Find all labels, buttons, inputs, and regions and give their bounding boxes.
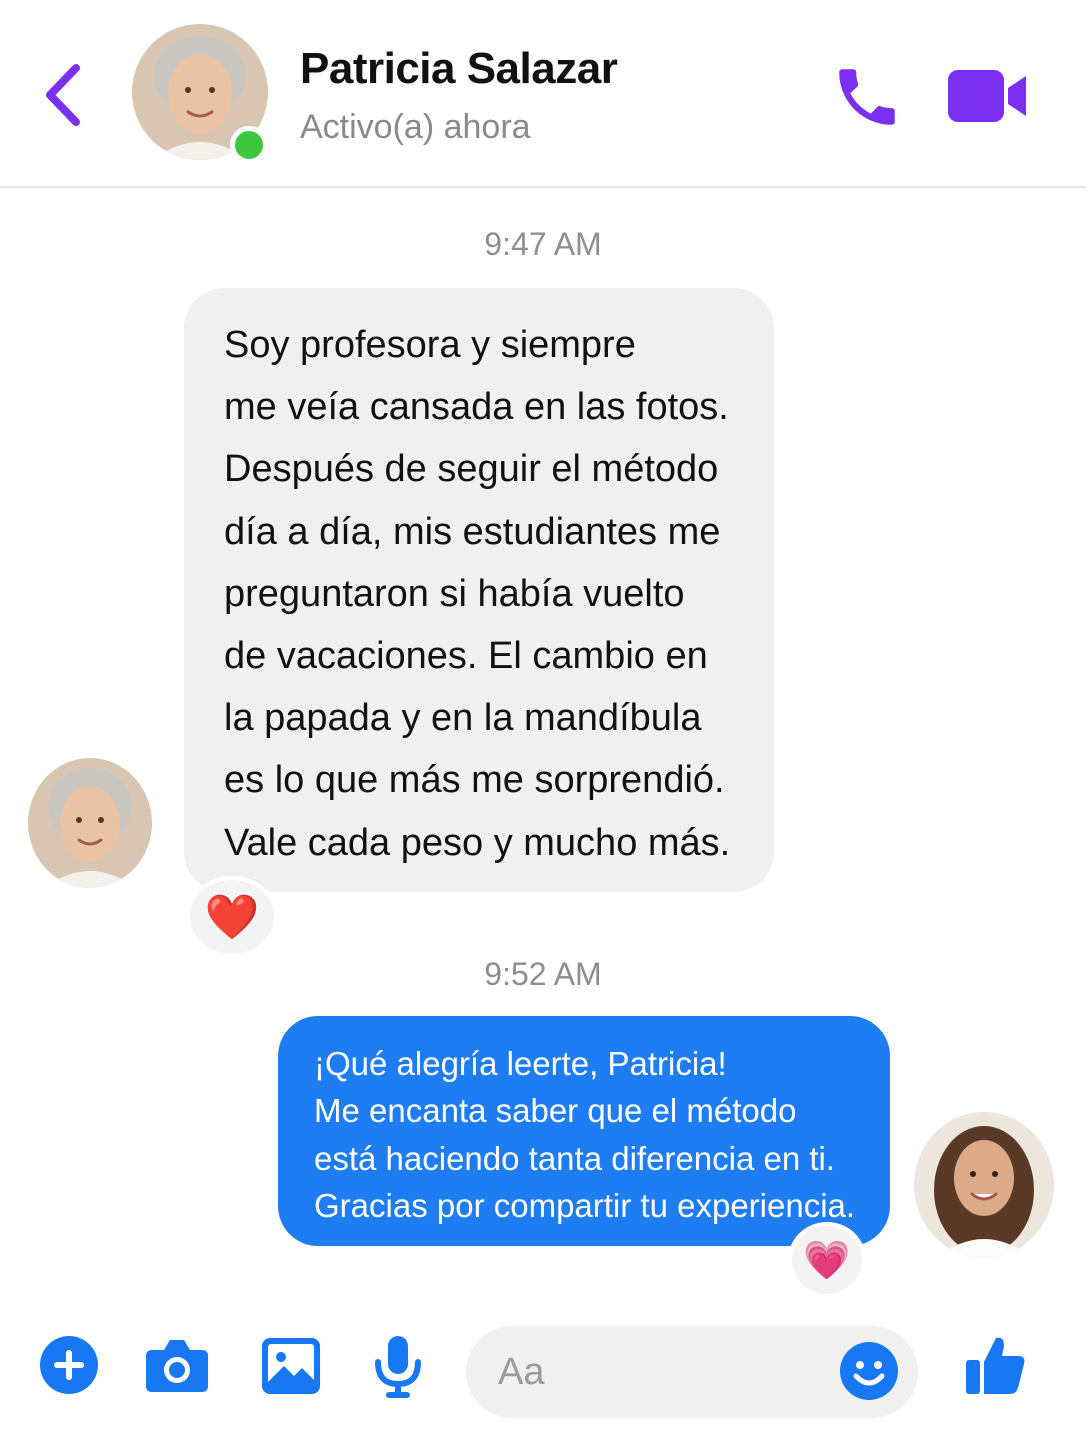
portrait-older-woman bbox=[28, 758, 152, 888]
message-line: me veía cansada en las fotos. bbox=[224, 386, 729, 429]
message-line: es lo que más me sorprendió. bbox=[224, 759, 725, 802]
thumbs-up-icon bbox=[966, 1337, 1025, 1394]
message-line: Después de seguir el método bbox=[224, 448, 719, 491]
message-line: día a día, mis estudiantes me bbox=[224, 510, 721, 553]
message-line: de vacaciones. El cambio en bbox=[224, 635, 708, 678]
message-timestamp: 9:47 AM bbox=[484, 226, 602, 262]
message-input[interactable] bbox=[498, 1344, 818, 1400]
voice-message-button[interactable] bbox=[374, 1334, 422, 1400]
message-composer bbox=[0, 1320, 1086, 1430]
chat-header: Patricia Salazar Activo(a) ahora bbox=[0, 0, 1086, 188]
camera-button[interactable] bbox=[146, 1338, 208, 1392]
message-timestamp: 9:52 AM bbox=[484, 956, 602, 992]
message-line: Soy profesora y siempre bbox=[224, 324, 636, 366]
contact-avatar[interactable] bbox=[132, 24, 268, 166]
microphone-icon bbox=[375, 1336, 421, 1398]
contact-name[interactable]: Patricia Salazar bbox=[300, 44, 618, 94]
camera-icon bbox=[146, 1340, 208, 1392]
incoming-message-bubble[interactable]: Soy profesora y siempre me veía cansada … bbox=[184, 288, 774, 892]
own-avatar[interactable] bbox=[914, 1112, 1054, 1258]
message-line: ¡Qué alegría leerte, Patricia! bbox=[314, 1045, 727, 1082]
like-button[interactable] bbox=[966, 1334, 1026, 1396]
pink-heart-icon: 💗 bbox=[803, 1237, 851, 1282]
message-line: Gracias por compartir tu experiencia. bbox=[314, 1186, 856, 1224]
more-actions-button[interactable] bbox=[40, 1336, 98, 1394]
online-status-dot bbox=[230, 126, 268, 164]
outgoing-message-bubble[interactable]: ¡Qué alegría leerte, Patricia! Me encant… bbox=[278, 1016, 890, 1246]
message-line: Vale cada peso y mucho más. bbox=[224, 821, 731, 864]
message-input-box[interactable] bbox=[466, 1326, 918, 1418]
gallery-button[interactable] bbox=[262, 1338, 320, 1394]
emoji-icon bbox=[840, 1342, 898, 1400]
video-call-button[interactable] bbox=[946, 66, 1028, 126]
audio-call-button[interactable] bbox=[830, 60, 904, 134]
message-line: la papada y en la mandíbula bbox=[224, 697, 702, 740]
chevron-left-icon bbox=[46, 64, 80, 126]
image-icon bbox=[262, 1338, 320, 1394]
message-reaction[interactable]: ❤️ bbox=[186, 876, 278, 958]
back-button[interactable] bbox=[40, 62, 90, 128]
phone-icon bbox=[839, 69, 895, 125]
sender-avatar[interactable] bbox=[28, 758, 152, 888]
plus-icon bbox=[40, 1336, 98, 1394]
message-line: preguntaron si había vuelto bbox=[224, 572, 685, 615]
chat-screen: Patricia Salazar Activo(a) ahora 9:47 AM… bbox=[0, 0, 1086, 1448]
video-camera-icon bbox=[948, 70, 1026, 122]
contact-status: Activo(a) ahora bbox=[300, 108, 531, 146]
heart-icon: ❤️ bbox=[204, 892, 260, 943]
message-line: Me encanta saber que el método bbox=[314, 1092, 797, 1130]
message-line: está haciendo tanta diferencia en ti. bbox=[314, 1139, 836, 1177]
emoji-button[interactable] bbox=[840, 1342, 898, 1400]
portrait-woman-dark-hair bbox=[914, 1112, 1054, 1258]
message-reaction[interactable]: 💗 bbox=[788, 1222, 866, 1298]
